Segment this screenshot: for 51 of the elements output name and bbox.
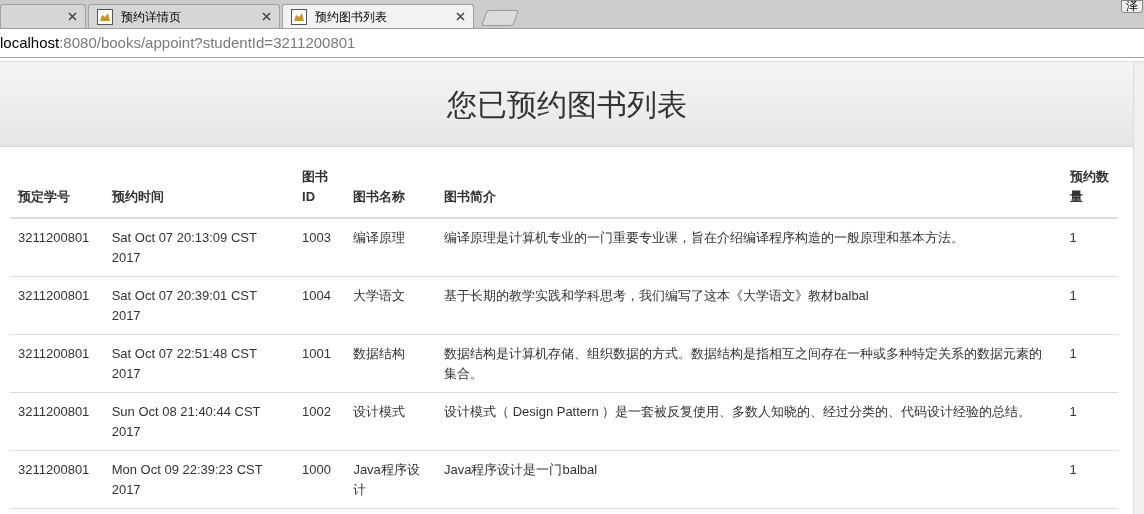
column-header: 图书名称	[353, 189, 406, 204]
address-bar[interactable]: localhost:8080/books/appoint?studentId=3211200801	[0, 28, 1144, 58]
table-cell: 1	[1069, 404, 1077, 419]
table-cell: 3211200801	[18, 288, 90, 303]
table-cell: 1003	[302, 230, 331, 245]
table-cell: 1	[1069, 230, 1077, 245]
close-icon[interactable]	[68, 12, 77, 21]
table-cell: 3211200801	[18, 462, 90, 477]
url-path: :8080/books/appoint?studentId=3211200801	[59, 32, 356, 53]
column-header: 预约数量	[1069, 169, 1109, 204]
table-cell: 3211200801	[18, 230, 90, 245]
browser-tab[interactable]: 预约图书列表	[282, 4, 474, 28]
url-host: localhost	[0, 32, 60, 53]
table-cell: 基于长期的教学实践和学科思考，我们编写了这本《大学语文》教材balbal	[444, 288, 869, 303]
close-icon[interactable]	[456, 12, 465, 21]
table-cell: Sat Oct 07 20:39:01 CST 2017	[111, 288, 257, 323]
table-cell: 1	[1069, 346, 1077, 361]
table-cell: 1001	[302, 346, 331, 361]
image-icon	[97, 8, 113, 25]
image-icon	[291, 8, 307, 25]
table-cell: 数据结构是计算机存储、组织数据的方式。数据结构是指相互之间存在一种或多种特定关系的数据元素的集合。	[444, 346, 1043, 381]
table-cell: Sat Oct 07 20:13:09 CST 2017	[111, 230, 257, 265]
table-cell: 3211200801	[18, 346, 90, 361]
column-header: 预定学号	[18, 189, 70, 204]
column-header: 预约时间	[111, 189, 164, 204]
table-cell: Sat Oct 07 22:51:48 CST 2017	[111, 346, 257, 381]
close-icon[interactable]	[262, 12, 271, 21]
table-cell: 大学语文	[353, 288, 406, 303]
scrollbar[interactable]	[1133, 62, 1144, 514]
table-cell: 设计模式（ Design Pattern ）是一套被反复使用、多数人知晓的、经过分类的、代码设计经验的总结。	[444, 404, 1032, 419]
table-cell: 1002	[302, 404, 331, 419]
table-cell: Sun Oct 08 21:40:44 CST 2017	[111, 404, 261, 439]
table-cell: 3211200801	[18, 404, 90, 419]
page-title: 您已预约图书列表	[446, 86, 687, 123]
table-cell: 数据结构	[353, 346, 406, 361]
tab-title: 预约详情页	[121, 8, 181, 26]
table-cell: 编译原理	[353, 230, 406, 245]
table-cell: 1	[1069, 462, 1077, 477]
table-cell: 设计模式	[353, 404, 406, 419]
column-header: 图书 ID	[302, 169, 329, 204]
table-cell: Java程序设计是一门balbal	[444, 462, 598, 477]
column-header: 图书简介	[444, 189, 497, 204]
browser-tab[interactable]: 预约详情页	[88, 4, 280, 28]
table-cell: 1	[1069, 288, 1077, 303]
table-cell: 编译原理是计算机专业的一门重要专业课，旨在介绍编译程序构造的一般原理和基本方法。	[444, 230, 965, 245]
ime-indicator[interactable]: 泽	[1121, 0, 1143, 13]
table-cell: 1004	[302, 288, 331, 303]
table-cell: Mon Oct 09 22:39:23 CST 2017	[111, 462, 263, 497]
table-cell: 1000	[302, 462, 331, 477]
tab-title: 预约图书列表	[315, 8, 387, 26]
table-cell: Java程序设计	[353, 462, 420, 497]
